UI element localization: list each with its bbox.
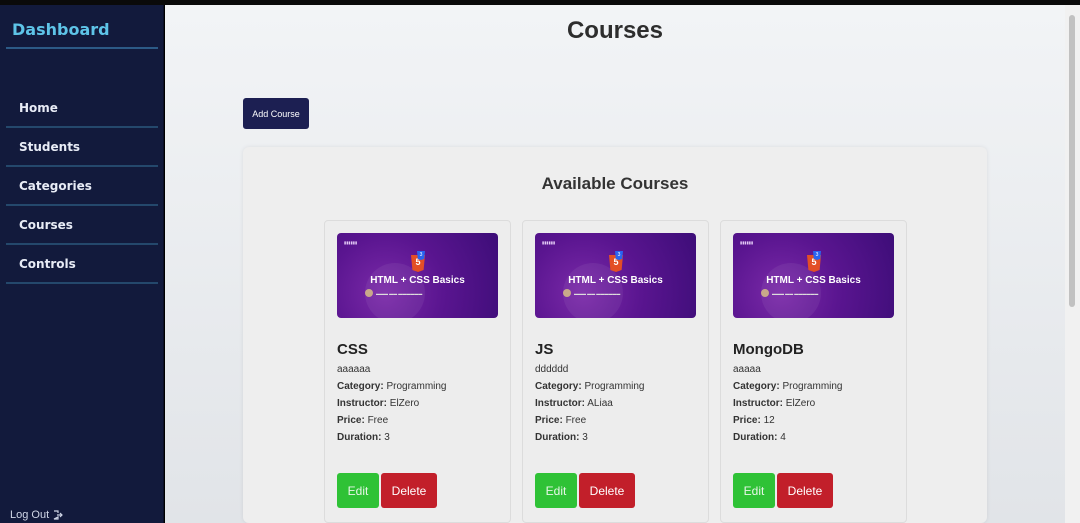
sidebar-item-label: Courses bbox=[19, 218, 73, 232]
sidebar-item-home[interactable]: Home bbox=[6, 89, 158, 128]
css3-icon: 3 bbox=[813, 251, 821, 260]
sidebar-item-label: Home bbox=[19, 101, 58, 115]
brand-title: Dashboard bbox=[12, 20, 110, 39]
course-category: Category: Programming bbox=[337, 381, 447, 392]
thumbnail-author: ▬▬▬ ▬▬ ▬▬▬▬▬▬ bbox=[365, 289, 485, 297]
sidebar-item-controls[interactable]: Controls bbox=[6, 245, 158, 284]
course-card: ▮▮▮▮▮▮ 5 3 HTML + CSS Basics ▬▬▬ ▬▬ ▬▬▬▬… bbox=[522, 220, 709, 523]
thumbnail-title: HTML + CSS Basics bbox=[370, 275, 465, 286]
course-instructor: Instructor: ElZero bbox=[337, 398, 420, 409]
course-price: Price: 12 bbox=[733, 415, 775, 426]
course-name: MongoDB bbox=[733, 341, 804, 358]
author-avatar-icon bbox=[761, 289, 769, 297]
course-card: ▮▮▮▮▮▮ 5 3 HTML + CSS Basics ▬▬▬ ▬▬ ▬▬▬▬… bbox=[720, 220, 907, 523]
thumbnail-brand-mark: ▮▮▮▮▮▮ bbox=[740, 240, 754, 245]
course-price: Price: Free bbox=[535, 415, 587, 426]
css3-icon: 3 bbox=[615, 251, 623, 260]
thumbnail-title: HTML + CSS Basics bbox=[568, 275, 663, 286]
sidebar-nav: Home Students Categories Courses Control… bbox=[6, 89, 158, 284]
sidebar: Dashboard Home Students Categories Cours… bbox=[0, 5, 164, 523]
edit-button[interactable]: Edit bbox=[535, 473, 577, 508]
course-description: aaaaaa bbox=[337, 364, 371, 375]
edit-button[interactable]: Edit bbox=[733, 473, 775, 508]
course-description: dddddd bbox=[535, 364, 569, 375]
delete-button[interactable]: Delete bbox=[579, 473, 635, 508]
sidebar-item-students[interactable]: Students bbox=[6, 128, 158, 167]
thumbnail-brand-mark: ▮▮▮▮▮▮ bbox=[542, 240, 556, 245]
scrollbar-thumb[interactable] bbox=[1069, 15, 1075, 307]
sidebar-item-categories[interactable]: Categories bbox=[6, 167, 158, 206]
sidebar-item-label: Controls bbox=[19, 257, 76, 271]
course-description: aaaaa bbox=[733, 364, 761, 375]
course-duration: Duration: 3 bbox=[337, 432, 390, 443]
thumbnail-author: ▬▬▬ ▬▬ ▬▬▬▬▬▬ bbox=[563, 289, 683, 297]
thumbnail-title: HTML + CSS Basics bbox=[766, 275, 861, 286]
main-content: Courses Add Course Available Courses ▮▮▮… bbox=[165, 5, 1065, 523]
sidebar-item-label: Students bbox=[19, 140, 81, 154]
add-course-button[interactable]: Add Course bbox=[243, 98, 309, 129]
delete-button[interactable]: Delete bbox=[381, 473, 437, 508]
course-instructor: Instructor: ElZero bbox=[733, 398, 816, 409]
course-category: Category: Programming bbox=[535, 381, 645, 392]
css3-icon: 3 bbox=[417, 251, 425, 260]
logout-link[interactable]: Log Out bbox=[10, 509, 63, 521]
page-title: Courses bbox=[566, 17, 664, 44]
course-category: Category: Programming bbox=[733, 381, 843, 392]
course-thumbnail: ▮▮▮▮▮▮ 5 3 HTML + CSS Basics ▬▬▬ ▬▬ ▬▬▬▬… bbox=[337, 233, 498, 318]
delete-button[interactable]: Delete bbox=[777, 473, 833, 508]
course-name: JS bbox=[535, 341, 554, 358]
course-thumbnail: ▮▮▮▮▮▮ 5 3 HTML + CSS Basics ▬▬▬ ▬▬ ▬▬▬▬… bbox=[535, 233, 696, 318]
course-duration: Duration: 3 bbox=[535, 432, 588, 443]
course-thumbnail: ▮▮▮▮▮▮ 5 3 HTML + CSS Basics ▬▬▬ ▬▬ ▬▬▬▬… bbox=[733, 233, 894, 318]
course-card: ▮▮▮▮▮▮ 5 3 HTML + CSS Basics ▬▬▬ ▬▬ ▬▬▬▬… bbox=[324, 220, 511, 523]
sidebar-brand: Dashboard bbox=[6, 5, 158, 49]
edit-button[interactable]: Edit bbox=[337, 473, 379, 508]
course-name: CSS bbox=[337, 341, 368, 358]
sidebar-item-label: Categories bbox=[19, 179, 92, 193]
sidebar-item-courses[interactable]: Courses bbox=[6, 206, 158, 245]
course-instructor: Instructor: ALiaa bbox=[535, 398, 613, 409]
courses-panel: Available Courses ▮▮▮▮▮▮ 5 3 HTML + CSS … bbox=[243, 147, 987, 523]
author-avatar-icon bbox=[365, 289, 373, 297]
thumbnail-brand-mark: ▮▮▮▮▮▮ bbox=[344, 240, 358, 245]
course-price: Price: Free bbox=[337, 415, 389, 426]
page-scrollbar[interactable] bbox=[1065, 5, 1080, 523]
panel-title: Available Courses bbox=[541, 174, 689, 193]
logout-icon bbox=[53, 510, 63, 520]
thumbnail-author: ▬▬▬ ▬▬ ▬▬▬▬▬▬ bbox=[761, 289, 881, 297]
course-duration: Duration: 4 bbox=[733, 432, 786, 443]
logout-label: Log Out bbox=[10, 509, 50, 521]
author-avatar-icon bbox=[563, 289, 571, 297]
